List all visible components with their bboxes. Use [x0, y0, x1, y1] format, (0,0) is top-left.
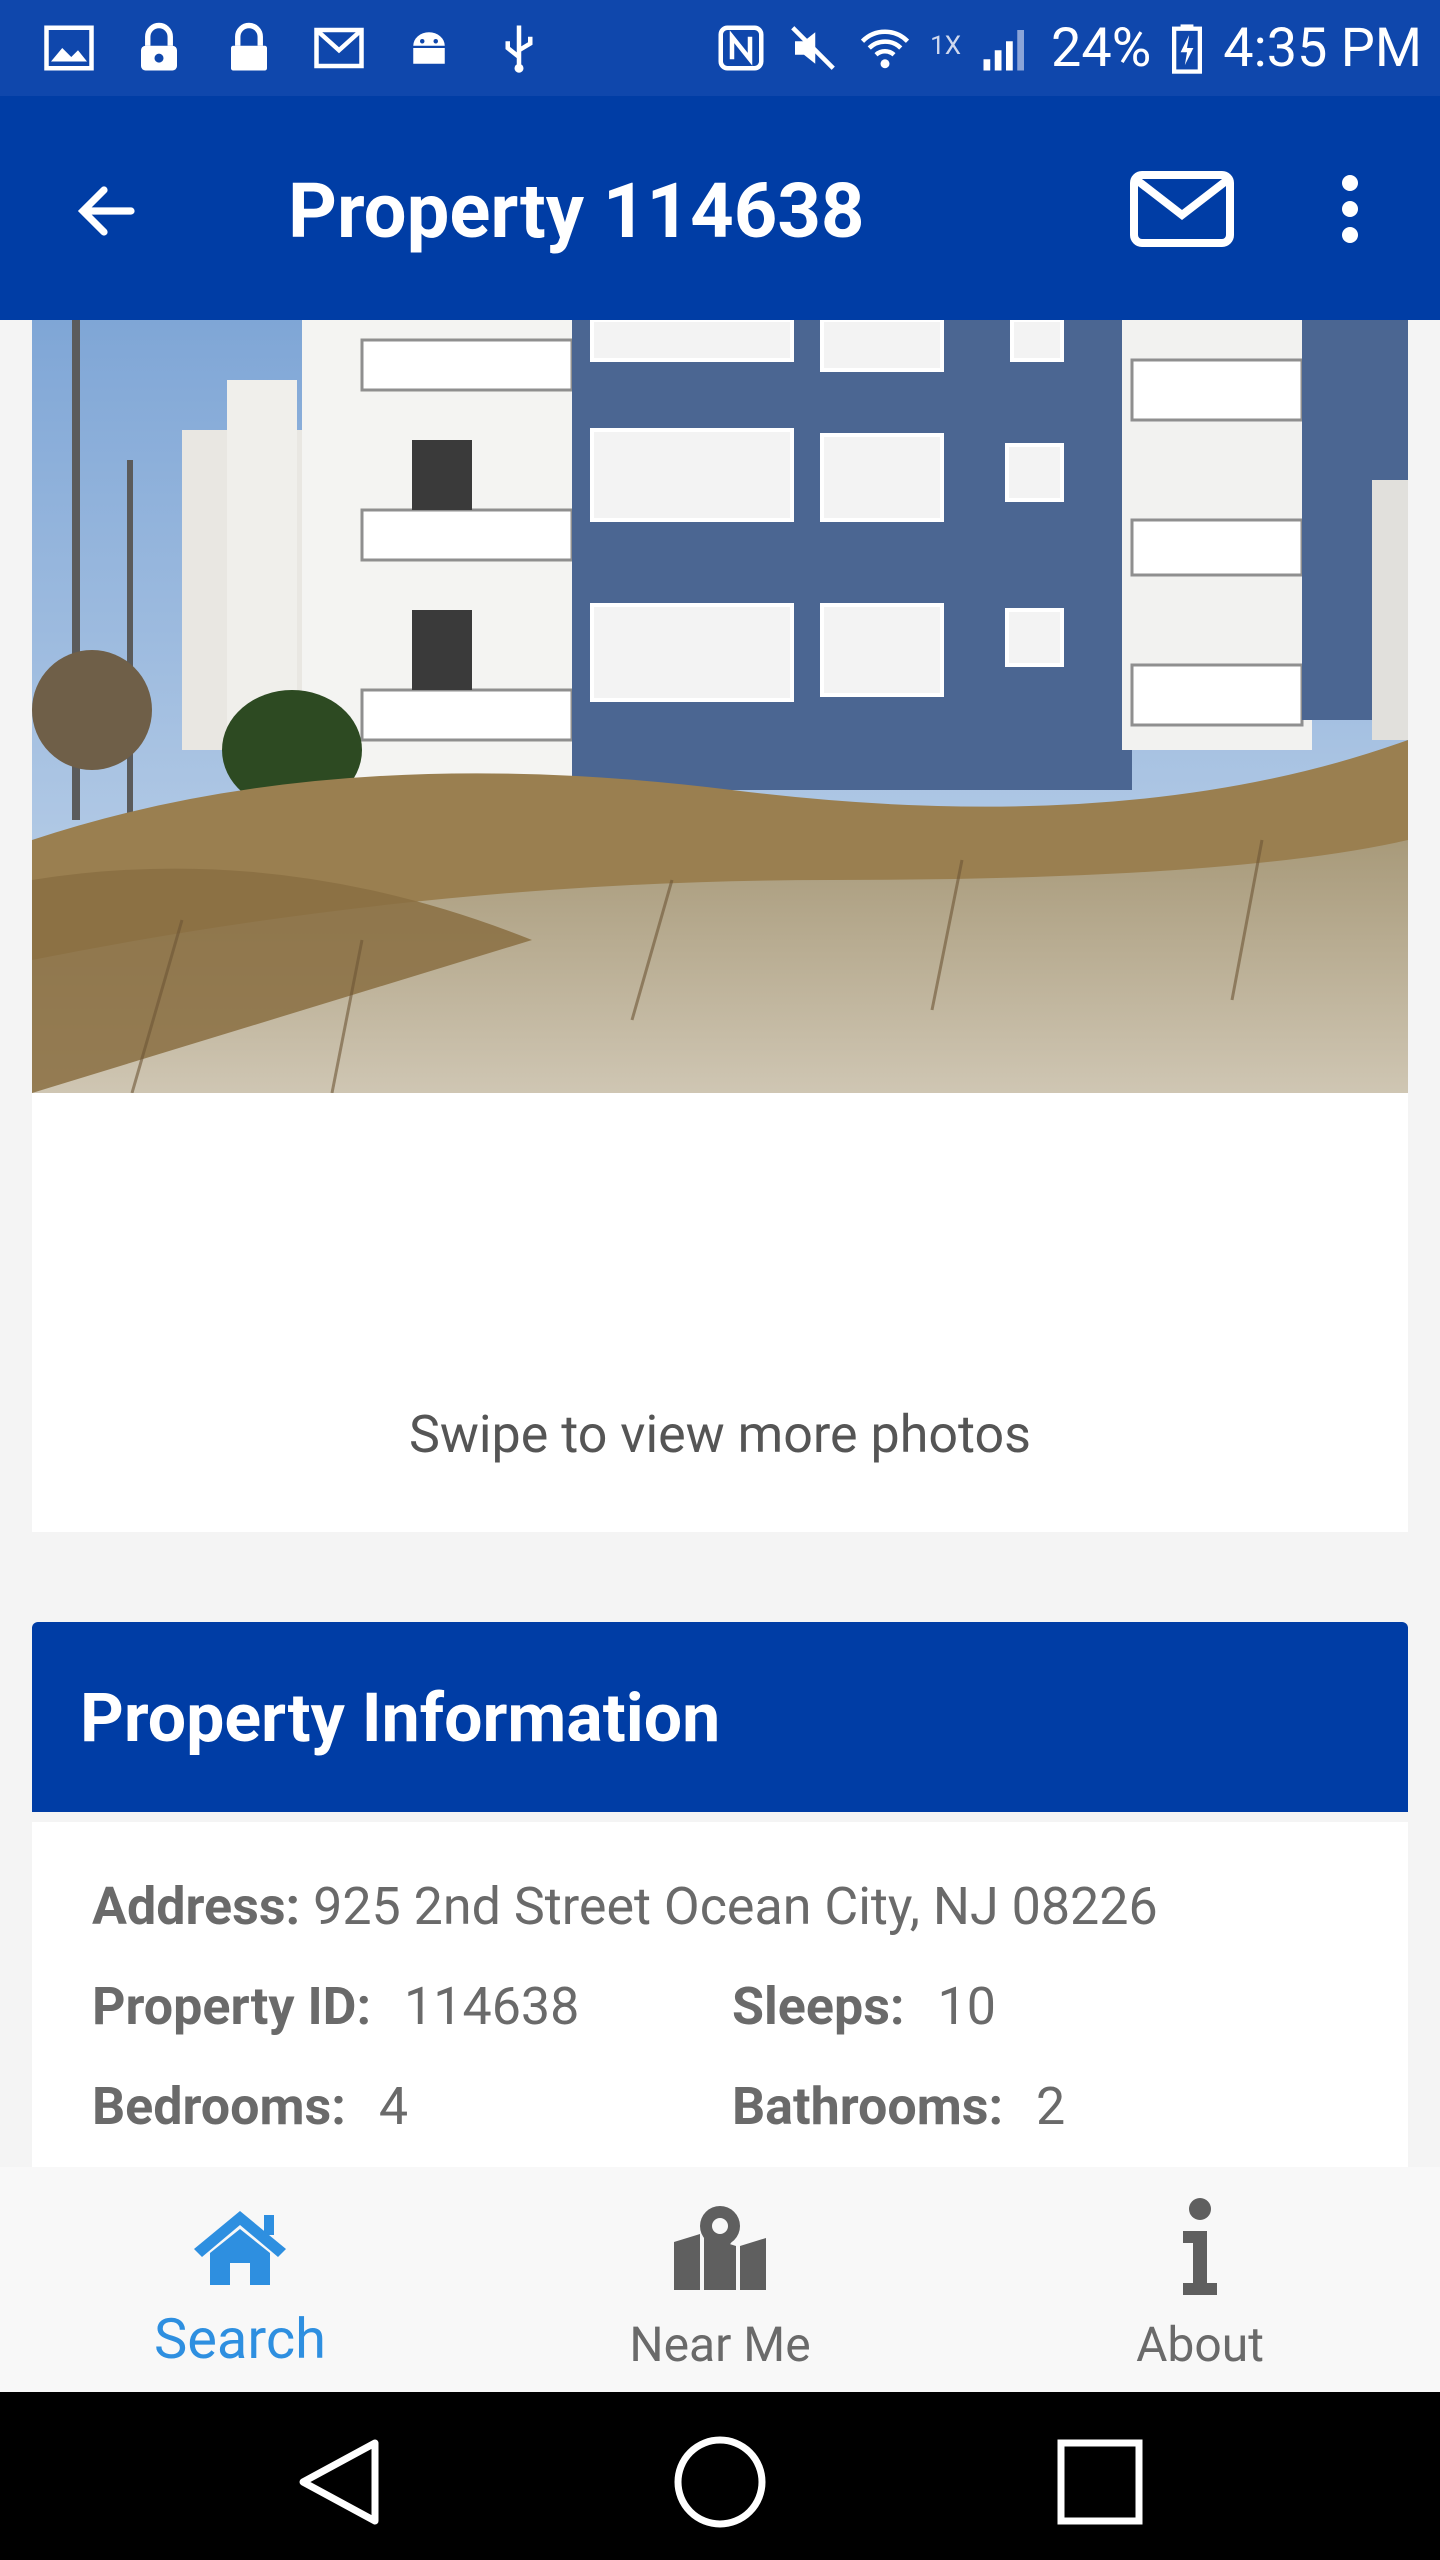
status-bar-system: 1X 24% 4:35 PM	[714, 17, 1422, 80]
section-title: Property Information	[80, 1678, 721, 1758]
status-bar-notifications	[42, 21, 546, 75]
usb-icon	[492, 21, 546, 75]
android-icon	[402, 21, 456, 75]
sleeps-value: 10	[937, 1976, 996, 2037]
nfc-icon	[714, 21, 768, 75]
home-icon	[190, 2197, 290, 2297]
property-id-row: Property ID: 114638	[92, 1972, 579, 2042]
system-home-button[interactable]	[670, 2432, 770, 2532]
nav-about[interactable]: About	[960, 2167, 1440, 2392]
mail-icon	[1130, 171, 1234, 247]
signal-icon	[979, 21, 1033, 75]
app-bar: Property 114638	[0, 96, 1440, 320]
sleeps-label: Sleeps:	[732, 1976, 905, 2037]
address-value: 925 2nd Street Ocean City, NJ 08226	[313, 1876, 1158, 1937]
signal-type-label: 1X	[930, 30, 962, 61]
nav-label: Search	[153, 2306, 327, 2372]
battery-percent: 24%	[1051, 16, 1152, 80]
recents-square-icon	[1057, 2439, 1143, 2525]
lock-icon	[132, 21, 186, 75]
nav-label: About	[1136, 2316, 1264, 2373]
property-photo[interactable]	[32, 320, 1408, 1093]
bedrooms-row: Bedrooms: 4	[92, 2072, 408, 2142]
property-id-label: Property ID:	[92, 1976, 372, 2037]
photo-carousel[interactable]	[32, 320, 1408, 1532]
gallery-icon	[42, 21, 96, 75]
battery-charging-icon	[1169, 21, 1205, 75]
back-triangle-icon	[299, 2439, 379, 2525]
bottom-navigation: Search Near Me About	[0, 2167, 1440, 2392]
nav-near-me[interactable]: Near Me	[480, 2167, 960, 2392]
more-options-button[interactable]	[1320, 164, 1380, 254]
system-back-button[interactable]	[290, 2432, 390, 2532]
bedrooms-label: Bedrooms:	[92, 2076, 346, 2137]
gmail-icon	[312, 21, 366, 75]
address-label: Address:	[92, 1876, 301, 1937]
bathrooms-value: 2	[1036, 2076, 1066, 2137]
system-navigation-bar	[0, 2392, 1440, 2560]
nav-search[interactable]: Search	[0, 2167, 480, 2392]
nav-label: Near Me	[629, 2316, 811, 2373]
property-id-value: 114638	[404, 1976, 580, 2037]
wifi-icon	[858, 21, 912, 75]
property-info-header: Property Information	[32, 1622, 1408, 1812]
map-pin-icon	[670, 2197, 770, 2297]
bathrooms-row: Bathrooms: 2	[732, 2072, 1065, 2142]
system-recents-button[interactable]	[1050, 2432, 1150, 2532]
info-icon	[1150, 2197, 1250, 2297]
status-bar: 1X 24% 4:35 PM	[0, 0, 1440, 96]
swipe-hint: Swipe to view more photos	[408, 1404, 1032, 1465]
email-button[interactable]	[1130, 164, 1234, 254]
bedrooms-value: 4	[378, 2076, 409, 2137]
home-circle-icon	[674, 2436, 766, 2528]
lock-icon	[222, 21, 276, 75]
more-vert-icon	[1342, 175, 1358, 243]
page-title: Property 114638	[288, 166, 865, 256]
back-arrow-icon	[77, 186, 135, 236]
clock: 4:35 PM	[1223, 16, 1422, 80]
bathrooms-label: Bathrooms:	[732, 2076, 1004, 2137]
address-row: Address: 925 2nd Street Ocean City, NJ 0…	[92, 1872, 1158, 1942]
sleeps-row: Sleeps: 10	[732, 1972, 996, 2042]
back-button[interactable]	[62, 166, 152, 256]
property-info-body: Address: 925 2nd Street Ocean City, NJ 0…	[32, 1822, 1408, 2167]
mute-icon	[786, 21, 840, 75]
